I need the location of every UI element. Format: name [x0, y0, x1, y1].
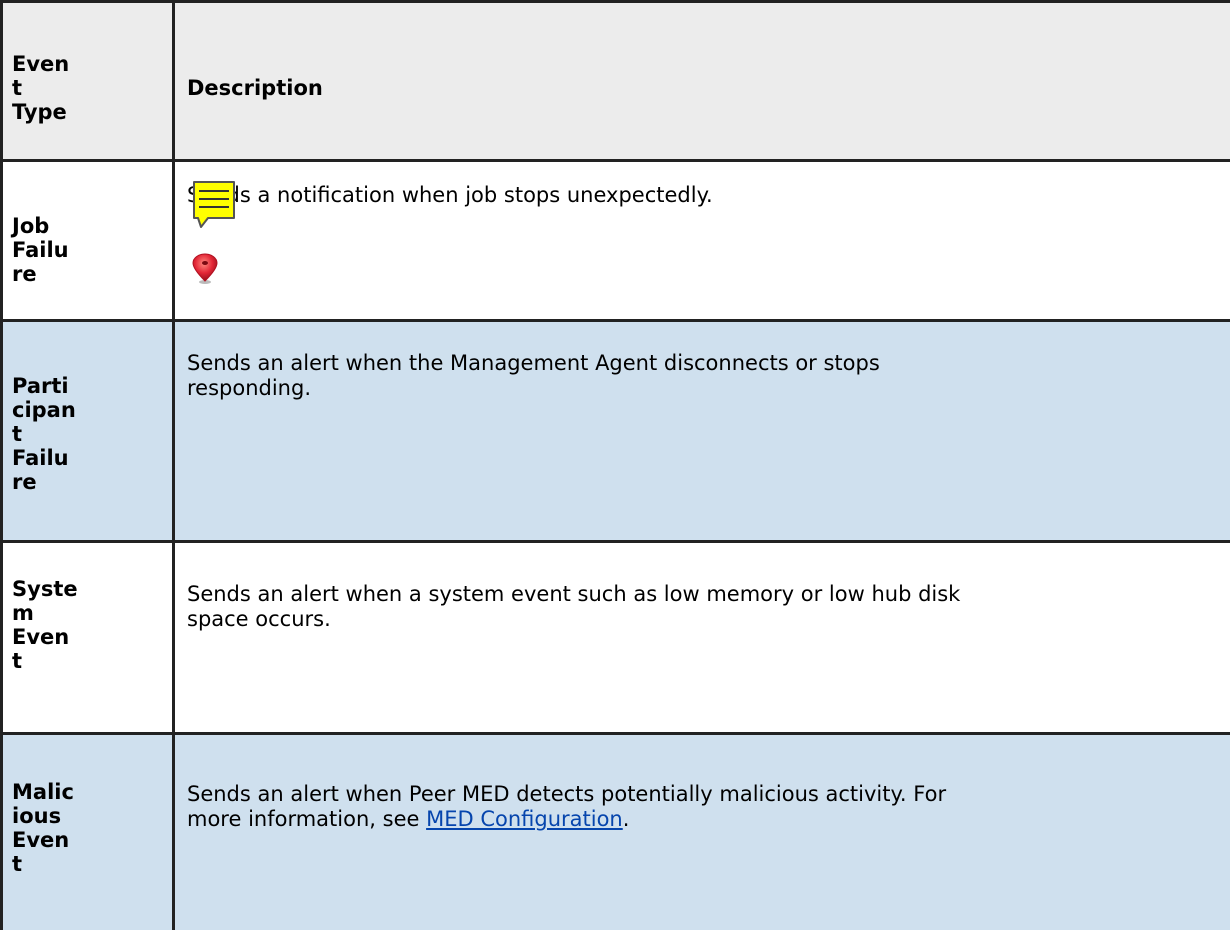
row-divider: [0, 159, 1230, 162]
row-divider: [0, 540, 1230, 543]
table-border-top: [0, 0, 1230, 3]
row-divider: [0, 732, 1230, 735]
med-configuration-link[interactable]: MED Configuration: [426, 807, 623, 831]
row-event-type: Malic ious Even t: [12, 780, 74, 876]
event-type-table: Even t Type Description Job Failu re Sen…: [0, 0, 1230, 930]
header-description: Description: [187, 76, 323, 100]
row-description: Sends a notification when job stops unex…: [187, 183, 713, 207]
row-event-type: Parti cipan t Failu re: [12, 374, 76, 494]
table-row-participant-failure: Parti cipan t Failu re Sends an alert wh…: [0, 321, 1230, 542]
header-event-type: Even t Type: [12, 52, 70, 124]
row-description: Sends an alert when the Management Agent…: [187, 351, 880, 400]
note-icon[interactable]: [192, 180, 236, 230]
table-border-left: [0, 0, 3, 930]
table-header-row: Even t Type Description: [0, 0, 1230, 161]
table-row-malicious-event: Malic ious Even t Sends an alert when Pe…: [0, 734, 1230, 930]
row-divider: [0, 319, 1230, 322]
row-event-type: Syste m Even t: [12, 577, 78, 673]
column-divider: [172, 0, 175, 930]
row-event-type: Job Failu re: [12, 214, 69, 286]
row-description: Sends an alert when Peer MED detects pot…: [187, 782, 947, 831]
map-pin-icon[interactable]: [191, 253, 219, 285]
table-row-system-event: Syste m Even t Sends an alert when a sys…: [0, 542, 1230, 734]
table-row-job-failure: Job Failu re Sends a notification when j…: [0, 161, 1230, 321]
row-description: Sends an alert when a system event such …: [187, 582, 961, 631]
